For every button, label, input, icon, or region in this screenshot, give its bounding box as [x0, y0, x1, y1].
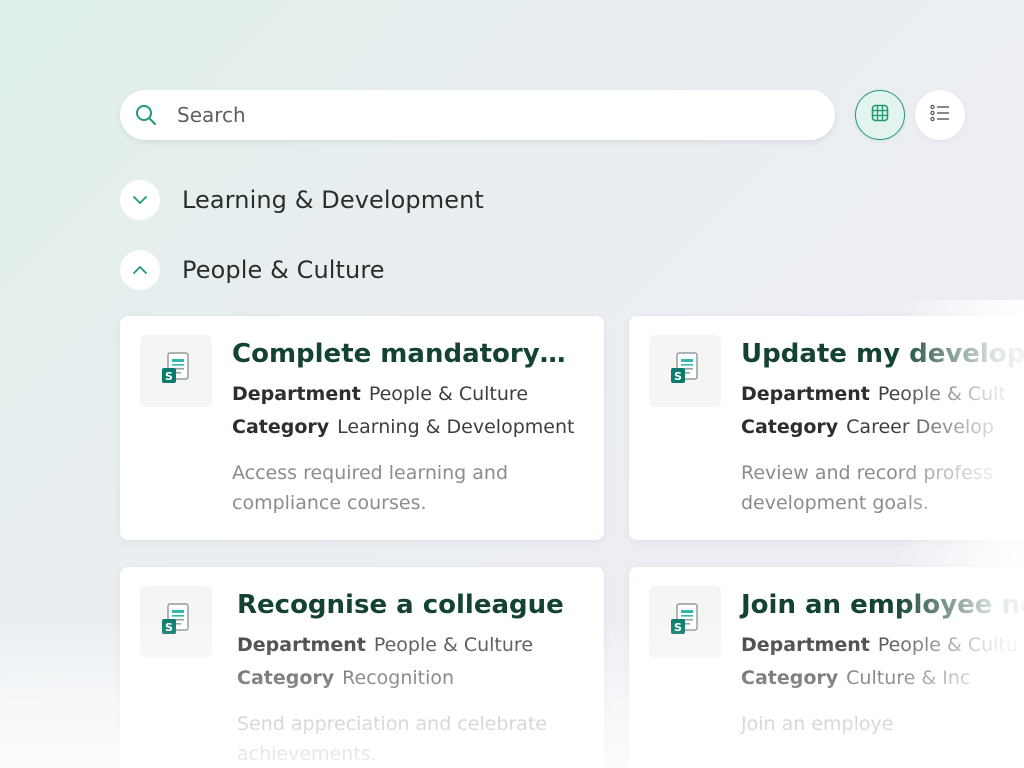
- card-complete-mandatory[interactable]: S Complete mandatory… Department People &…: [120, 316, 604, 540]
- category-label: Category: [741, 416, 839, 438]
- page: Learning & Development People & Culture …: [0, 0, 1024, 768]
- section-header-people-culture[interactable]: People & Culture: [120, 250, 385, 290]
- department-value: People & Culture: [373, 634, 534, 656]
- card-title: Recognise a colleague: [237, 590, 564, 620]
- search-input[interactable]: [175, 102, 779, 128]
- card-description: Access required learning and compliance …: [232, 462, 509, 514]
- svg-text:S: S: [165, 621, 173, 634]
- grid-view-button[interactable]: [855, 90, 905, 140]
- department-label: Department: [232, 383, 361, 405]
- category-value: Recognition: [342, 667, 455, 689]
- search-bar[interactable]: [120, 90, 835, 140]
- svg-text:S: S: [674, 370, 682, 383]
- card-description: Join an employe: [741, 713, 894, 735]
- department-label: Department: [741, 383, 870, 405]
- card-description: Review and record profess development go…: [741, 462, 993, 514]
- department-value: People & Cult: [877, 383, 1006, 405]
- card-meta: Department People & Culture Category Recog…: [237, 629, 590, 695]
- department-label: Department: [237, 634, 366, 656]
- category-value: Culture & Inc: [846, 667, 971, 689]
- card-thumbnail: S: [140, 586, 212, 658]
- card-title: Complete mandatory…: [232, 339, 566, 369]
- department-value: People & Culture: [368, 383, 529, 405]
- svg-text:S: S: [674, 621, 682, 634]
- chevron-down-icon[interactable]: [120, 180, 160, 220]
- list-view-button[interactable]: [915, 90, 965, 140]
- card-meta: Department People & Cultu Category Culture…: [741, 629, 1018, 695]
- card-meta: Department People & Culture Category Learn…: [232, 378, 590, 444]
- card-thumbnail: S: [140, 335, 212, 407]
- sharepoint-icon: S: [160, 351, 192, 391]
- card-title: Update my develop: [741, 339, 1024, 369]
- section-header-learning-development[interactable]: Learning & Development: [120, 180, 484, 220]
- card-recognise-colleague[interactable]: S Recognise a colleague Department People…: [120, 567, 604, 768]
- category-label: Category: [232, 416, 330, 438]
- card-title: Join an employee ne: [741, 590, 1024, 620]
- list-view-icon: [930, 104, 950, 126]
- department-label: Department: [741, 634, 870, 656]
- svg-text:S: S: [165, 370, 173, 383]
- sharepoint-icon: S: [669, 602, 701, 642]
- sharepoint-icon: S: [160, 602, 192, 642]
- grid-view-icon: [871, 104, 889, 126]
- category-label: Category: [741, 667, 839, 689]
- chevron-up-icon[interactable]: [120, 250, 160, 290]
- card-meta: Department People & Cult Category Career D…: [741, 378, 1015, 444]
- card-join-employee-network[interactable]: S Join an employee ne Department People &…: [629, 567, 1024, 768]
- sharepoint-icon: S: [669, 351, 701, 391]
- card-update-development[interactable]: S Update my develop Department People & C…: [629, 316, 1024, 540]
- category-value: Career Develop: [846, 416, 994, 438]
- card-thumbnail: S: [649, 335, 721, 407]
- section-title: People & Culture: [182, 256, 385, 284]
- card-thumbnail: S: [649, 586, 721, 658]
- search-icon: [134, 103, 158, 127]
- department-value: People & Cultu: [877, 634, 1018, 656]
- card-description: Send appreciation and celebrate achievem…: [237, 713, 548, 765]
- category-label: Category: [237, 667, 335, 689]
- category-value: Learning & Development: [337, 416, 575, 438]
- section-title: Learning & Development: [182, 186, 484, 214]
